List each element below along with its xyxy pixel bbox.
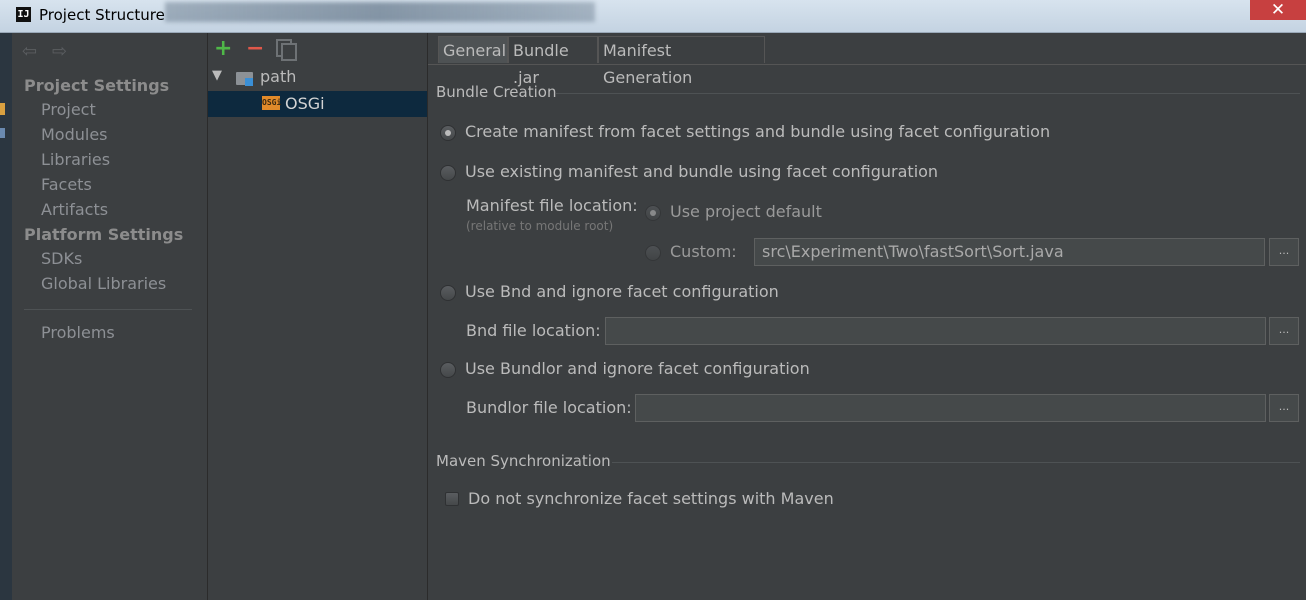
maven-sync-title: Maven Synchronization: [436, 452, 611, 470]
radio-facet-config-label[interactable]: Create manifest from facet settings and …: [465, 122, 1050, 141]
browse-bnd-button[interactable]: ...: [1269, 317, 1299, 345]
tab-underline: [428, 64, 1306, 65]
close-button[interactable]: ✕: [1250, 0, 1306, 20]
radio-use-project-default[interactable]: [645, 205, 661, 221]
group-divider: [612, 462, 1300, 463]
blurred-background-title: [165, 2, 595, 22]
browse-bundlor-button[interactable]: ...: [1269, 394, 1299, 422]
copy-icon-front: [281, 43, 297, 61]
do-not-sync-checkbox[interactable]: [445, 492, 459, 506]
module-badge-icon: [245, 78, 253, 86]
facet-tree-panel: + − ▼ path OSGi OSGi: [208, 33, 428, 600]
custom-manifest-path-field[interactable]: src\Experiment\Two\fastSort\Sort.java: [754, 238, 1265, 266]
bnd-location-label: Bnd file location:: [466, 321, 601, 340]
background-icon: [0, 103, 5, 115]
tree-item-path[interactable]: ▼ path: [208, 67, 427, 89]
tab-manifest-generation[interactable]: Manifest Generation: [598, 36, 765, 87]
sidebar-item-libraries[interactable]: Libraries: [41, 150, 110, 169]
tab-bundle-jar[interactable]: Bundle .jar: [508, 36, 598, 87]
expand-arrow-icon[interactable]: ▼: [212, 68, 222, 83]
browse-custom-button[interactable]: ...: [1269, 238, 1299, 266]
manifest-location-label: Manifest file location:: [466, 196, 638, 215]
use-project-default-label[interactable]: Use project default: [670, 202, 822, 221]
sidebar-item-facets[interactable]: Facets: [41, 175, 92, 194]
osgi-icon: OSGi: [262, 96, 281, 110]
add-icon[interactable]: +: [214, 37, 232, 61]
sidebar-item-global-libraries[interactable]: Global Libraries: [41, 274, 166, 293]
remove-icon[interactable]: −: [246, 37, 264, 61]
sidebar-item-project[interactable]: Project: [41, 100, 96, 119]
group-divider: [556, 93, 1300, 94]
bundlor-location-label: Bundlor file location:: [466, 398, 632, 417]
bundle-creation-title: Bundle Creation: [436, 83, 557, 101]
custom-label[interactable]: Custom:: [670, 242, 737, 261]
project-settings-header: Project Settings: [24, 76, 170, 95]
manifest-location-hint: (relative to module root): [466, 219, 614, 233]
arrow-left-icon[interactable]: ⇦: [22, 41, 37, 62]
tab-general[interactable]: General: [438, 36, 508, 63]
facet-settings-panel: General Bundle .jar Manifest Generation …: [428, 33, 1306, 600]
sidebar-item-artifacts[interactable]: Artifacts: [41, 200, 108, 219]
bundlor-file-location-field[interactable]: [635, 394, 1266, 422]
sidebar: ⇦ ⇨ Project Settings Project Modules Lib…: [12, 33, 208, 600]
radio-custom[interactable]: [645, 245, 661, 261]
bnd-file-location-field[interactable]: [605, 317, 1266, 345]
sidebar-item-modules[interactable]: Modules: [41, 125, 108, 144]
intellij-logo-icon: IJ: [16, 7, 31, 22]
background-window-edge: [0, 33, 12, 600]
tree-item-label: path: [260, 67, 297, 86]
platform-settings-header: Platform Settings: [24, 225, 184, 244]
radio-use-bundlor-label[interactable]: Use Bundlor and ignore facet configurati…: [465, 359, 810, 378]
radio-use-bnd[interactable]: [440, 285, 456, 301]
sidebar-item-problems[interactable]: Problems: [41, 323, 115, 342]
radio-use-bnd-label[interactable]: Use Bnd and ignore facet configuration: [465, 282, 779, 301]
tree-item-osgi[interactable]: OSGi OSGi: [208, 91, 427, 117]
radio-facet-config[interactable]: [440, 125, 456, 141]
do-not-sync-label[interactable]: Do not synchronize facet settings with M…: [468, 489, 834, 508]
radio-existing-manifest-label[interactable]: Use existing manifest and bundle using f…: [465, 162, 938, 181]
window-title: Project Structure: [39, 6, 165, 24]
tree-item-label: OSGi: [285, 94, 325, 113]
radio-use-bundlor[interactable]: [440, 362, 456, 378]
title-bar: IJ Project Structure ✕: [0, 0, 1306, 33]
arrow-right-icon[interactable]: ⇨: [52, 41, 67, 62]
radio-existing-manifest[interactable]: [440, 165, 456, 181]
sidebar-item-sdks[interactable]: SDKs: [41, 249, 82, 268]
background-icon: [0, 128, 5, 138]
sidebar-divider: [24, 309, 192, 310]
